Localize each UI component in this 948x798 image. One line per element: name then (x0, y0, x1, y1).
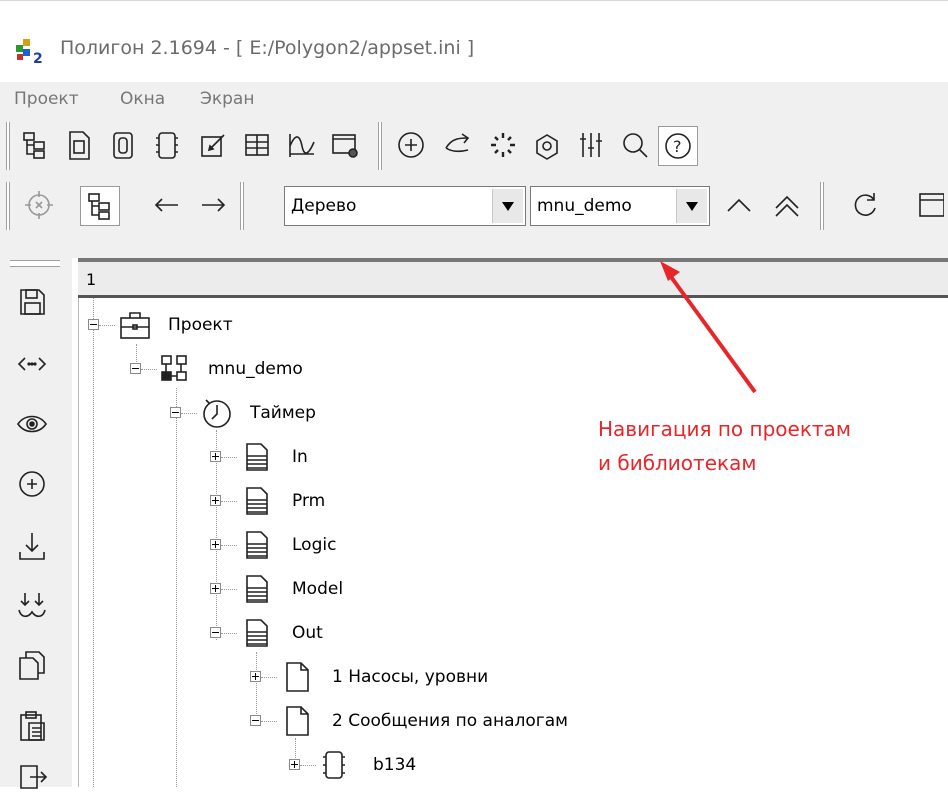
tree-node-label: In (292, 447, 308, 467)
tree-guide-line (176, 388, 177, 787)
loading-icon[interactable] (486, 128, 520, 162)
view-mode-value: Дерево (291, 196, 357, 216)
tree-node-label: Out (292, 623, 323, 643)
tree-node-label: b134 (373, 755, 417, 775)
tree-node-label: mnu_demo (208, 359, 303, 379)
collapse-toggle[interactable] (210, 627, 221, 638)
stack-icon (240, 572, 274, 606)
panel-icon[interactable] (914, 188, 944, 222)
tree-node-label: 2 Сообщения по аналогам (332, 711, 568, 731)
view-mode-combo[interactable]: Дерево (284, 186, 526, 226)
toolbar-grip[interactable] (10, 260, 60, 267)
window-title: Полигон 2.1694 - [ E:/Polygon2/appset.in… (60, 37, 475, 59)
expand-toggle[interactable] (210, 583, 221, 594)
page-icon (280, 660, 314, 694)
help-icon[interactable]: ? (658, 126, 698, 166)
double-chevron-up-icon[interactable] (770, 188, 804, 222)
toolbar-separator (820, 182, 824, 230)
sliders-icon[interactable] (574, 128, 608, 162)
add-circle-icon[interactable] (394, 128, 428, 162)
edit-icon[interactable] (196, 128, 230, 162)
tree-node-label: Таймер (250, 403, 316, 423)
link-icon[interactable] (440, 128, 474, 162)
tree-view-icon[interactable] (80, 186, 120, 226)
toolbar-grip[interactable] (6, 182, 10, 230)
tree-node-label: Prm (292, 491, 326, 511)
tree-view-icon[interactable] (18, 128, 52, 162)
toolbar-grip[interactable] (6, 122, 10, 170)
copy-icon[interactable] (14, 648, 50, 684)
module-icon (158, 352, 192, 386)
document-icon[interactable] (62, 128, 96, 162)
search-icon[interactable] (618, 128, 652, 162)
chevron-down-icon[interactable] (492, 189, 523, 223)
eye-icon[interactable] (14, 406, 50, 442)
download-icon[interactable] (14, 528, 50, 564)
briefcase-icon (118, 308, 152, 342)
toolbar-separator (378, 122, 382, 170)
block-icon[interactable] (150, 128, 184, 162)
expand-toggle[interactable] (210, 451, 221, 462)
code-brackets-icon[interactable] (14, 346, 50, 382)
stack-icon (240, 616, 274, 650)
add-circle-icon[interactable] (14, 466, 50, 502)
target-icon[interactable] (22, 188, 56, 222)
tree-node-label: Проект (168, 315, 233, 335)
collapse-toggle[interactable] (170, 407, 181, 418)
main-toolbar: ? (0, 116, 948, 174)
toolbar-separator (240, 182, 244, 230)
navigation-toolbar: Дерево mnu_demo (0, 174, 948, 258)
table-icon[interactable] (240, 128, 274, 162)
debug-window-icon[interactable] (328, 128, 362, 162)
collapse-toggle[interactable] (130, 363, 141, 374)
project-value: mnu_demo (537, 196, 632, 216)
annotation-text: Навигация по проектам и библиотекам (598, 412, 851, 480)
menu-bar: Проект Окна Экран (0, 82, 948, 116)
collapse-toggle[interactable] (88, 319, 99, 330)
chevron-down-icon[interactable] (676, 189, 707, 223)
clipboard-icon[interactable] (14, 708, 50, 744)
tree-node-label: Logic (292, 535, 337, 555)
expand-toggle[interactable] (289, 759, 300, 770)
svg-text:?: ? (673, 137, 682, 156)
project-combo[interactable]: mnu_demo (530, 186, 710, 226)
download-all-icon[interactable] (14, 588, 50, 624)
chevron-up-icon[interactable] (722, 188, 756, 222)
back-arrow-icon[interactable] (150, 188, 184, 222)
title-bar: 2 Полигон 2.1694 - [ E:/Polygon2/appset.… (0, 0, 948, 82)
annotation-line-2: и библиотекам (598, 451, 757, 475)
side-toolbar (0, 258, 72, 789)
chip-icon[interactable] (106, 128, 140, 162)
stack-icon (240, 440, 274, 474)
page-icon (280, 704, 314, 738)
refresh-icon[interactable] (848, 188, 882, 222)
tree-tab[interactable]: 1 (86, 270, 96, 289)
expand-toggle[interactable] (250, 671, 261, 682)
menu-screen[interactable]: Экран (200, 89, 254, 109)
settings-box-icon[interactable] (530, 128, 564, 162)
annotation-arrow (660, 261, 757, 394)
save-icon[interactable] (14, 284, 50, 320)
clock-icon (200, 396, 234, 430)
forward-arrow-icon[interactable] (196, 188, 230, 222)
tree-guide-line (93, 298, 94, 787)
expand-toggle[interactable] (210, 495, 221, 506)
tree-node-label: Model (292, 579, 344, 599)
chip-icon (317, 748, 351, 782)
annotation-line-1: Навигация по проектам (598, 417, 851, 441)
menu-windows[interactable]: Окна (120, 89, 165, 109)
tree-node-label: 1 Насосы, уровни (332, 667, 489, 687)
tree-guide-line (256, 652, 257, 722)
app-icon: 2 (14, 35, 48, 67)
graph-icon[interactable] (284, 128, 318, 162)
svg-text:2: 2 (33, 51, 43, 65)
export-icon[interactable] (14, 758, 50, 794)
tree-tab-strip (78, 258, 948, 298)
collapse-toggle[interactable] (250, 715, 261, 726)
expand-toggle[interactable] (210, 539, 221, 550)
stack-icon (240, 528, 274, 562)
stack-icon (240, 484, 274, 518)
menu-project[interactable]: Проект (14, 89, 79, 109)
